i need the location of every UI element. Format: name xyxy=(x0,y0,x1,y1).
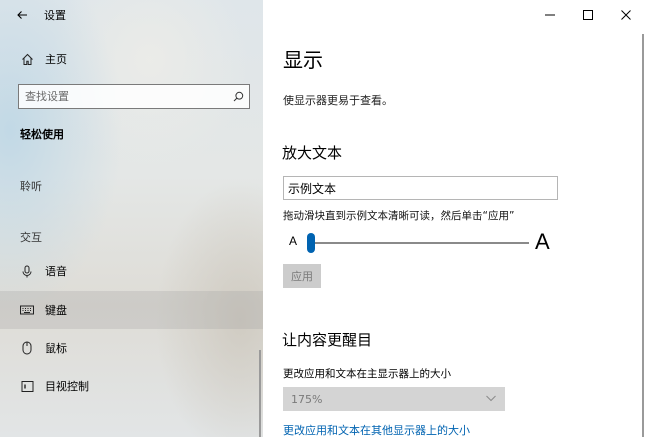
sidebar-item-label: 键盘 xyxy=(45,304,67,317)
section-label-interaction: 交互 xyxy=(20,231,42,244)
close-button[interactable] xyxy=(607,0,645,30)
sidebar-scrollbar[interactable] xyxy=(259,350,261,437)
sample-text: 示例文本 xyxy=(288,181,337,196)
home-icon xyxy=(20,52,34,66)
scale-dropdown-value: 175% xyxy=(291,392,323,406)
scale-dropdown[interactable]: 175% xyxy=(283,387,505,411)
size-label: 更改应用和文本在主显示器上的大小 xyxy=(283,368,451,380)
text-size-slider-row: A A xyxy=(283,228,558,256)
maximize-button[interactable] xyxy=(569,0,607,30)
title-bar-left: 设置 xyxy=(0,0,263,30)
back-arrow-icon xyxy=(17,11,27,19)
page-subtitle: 使显示器更易于查看。 xyxy=(283,94,393,107)
search-input[interactable] xyxy=(19,85,227,108)
navigation-pane: 设置 主页 轻松使用 聆听 交互 语音 键盘 鼠标 xyxy=(0,0,263,437)
sidebar-item-mouse[interactable]: 鼠标 xyxy=(0,329,263,367)
search-icon[interactable] xyxy=(227,86,249,108)
app-title: 设置 xyxy=(44,9,66,22)
minimize-button[interactable] xyxy=(531,0,569,30)
section-label-hearing: 聆听 xyxy=(20,180,42,193)
apply-button[interactable]: 应用 xyxy=(283,264,321,288)
minimize-icon xyxy=(545,14,555,16)
content-pane: 显示 使显示器更易于查看。 放大文本 示例文本 拖动滑块直到示例文本清晰可读，然… xyxy=(263,0,650,437)
content-scrollbar[interactable] xyxy=(642,34,644,437)
keyboard-icon xyxy=(20,303,34,317)
slider-thumb[interactable] xyxy=(307,233,315,253)
small-a-label: A xyxy=(289,234,298,248)
microphone-icon xyxy=(20,264,34,278)
maximize-icon xyxy=(583,10,593,20)
page-title: 显示 xyxy=(283,48,323,72)
sidebar-item-speech[interactable]: 语音 xyxy=(0,252,263,290)
sidebar-item-keyboard[interactable]: 键盘 xyxy=(0,291,263,329)
eye-control-icon xyxy=(20,379,34,393)
search-box[interactable] xyxy=(18,84,250,109)
section-heading-make-prominent: 让内容更醒目 xyxy=(282,331,373,349)
sidebar-item-label: 主页 xyxy=(45,53,67,66)
chevron-down-icon xyxy=(486,395,496,402)
close-icon xyxy=(621,10,631,20)
section-heading-enlarge-text: 放大文本 xyxy=(282,144,343,162)
large-a-label: A xyxy=(535,229,550,254)
sidebar-item-label: 语音 xyxy=(45,265,67,278)
sidebar-item-eye-control[interactable]: 目视控制 xyxy=(0,367,263,405)
sidebar-item-label: 目视控制 xyxy=(45,380,89,393)
slider-track[interactable] xyxy=(308,242,529,244)
back-button[interactable] xyxy=(0,0,44,30)
sidebar-item-label: 鼠标 xyxy=(45,342,67,355)
sidebar-item-home[interactable]: 主页 xyxy=(0,40,263,78)
sample-text-box: 示例文本 xyxy=(283,176,558,200)
slider-hint: 拖动滑块直到示例文本清晰可读，然后单击“应用” xyxy=(283,210,515,222)
mouse-icon xyxy=(20,341,34,355)
other-displays-link[interactable]: 更改应用和文本在其他显示器上的大小 xyxy=(283,422,470,437)
group-title: 轻松使用 xyxy=(20,128,64,141)
